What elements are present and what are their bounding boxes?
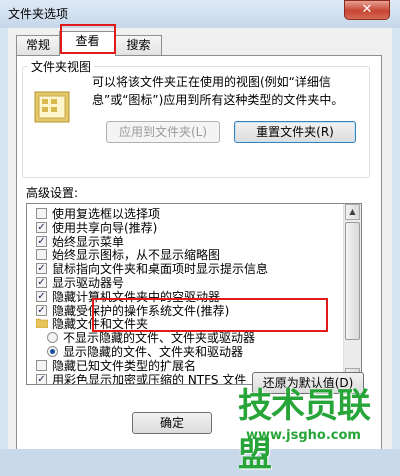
apply-to-folders-button[interactable]: 应用到文件夹(L)	[106, 121, 220, 143]
close-button[interactable]: ✕	[344, 0, 390, 20]
checkbox-checked[interactable]: ✓	[36, 263, 47, 275]
window-title: 文件夹选项	[8, 7, 69, 21]
folder-views-title: 文件夹视图	[28, 58, 95, 75]
advanced-settings-list[interactable]: 使用复选框以选择项 ✓ 使用共享向导(推荐) ✓ 始终显示菜单 始终显示图标，从不显示缩略…	[26, 203, 362, 385]
tab-general[interactable]: 常规	[16, 35, 60, 55]
checkbox-checked[interactable]: ✓	[36, 290, 47, 302]
list-item[interactable]: 不显示隐藏的文件、文件夹或驱动器	[27, 331, 345, 346]
watermark-url: www.jsgho.com	[246, 428, 361, 443]
checkbox-checked[interactable]: ✓	[36, 373, 47, 384]
checkbox-unchecked[interactable]	[36, 359, 47, 371]
list-item-label: 鼠标指向文件夹和桌面项时显示提示信息	[52, 262, 269, 277]
list-item-label: 使用共享向导(推荐)	[52, 220, 158, 235]
list-item-label: 不显示隐藏的文件、文件夹或驱动器	[63, 331, 256, 346]
checkbox-checked[interactable]: ✓	[36, 235, 47, 247]
list-item-label: 隐藏计算机文件夹中的空驱动器	[52, 289, 221, 304]
tab-search[interactable]: 搜索	[115, 35, 162, 55]
checkbox-unchecked[interactable]	[36, 208, 47, 219]
advanced-settings-label: 高级设置:	[26, 186, 79, 200]
folder-options-window: 文件夹选项 ✕ 常规 查看 搜索 文件夹视图 可以将该文件夹正在使用的视图(例如…	[0, 0, 400, 475]
checkbox-checked[interactable]: ✓	[36, 221, 47, 233]
radio-selected[interactable]	[47, 346, 58, 357]
list-item[interactable]: ✓ 使用共享向导(推荐)	[27, 221, 345, 236]
scroll-thumb[interactable]	[345, 222, 360, 340]
title-bar[interactable]: 文件夹选项 ✕	[0, 0, 400, 28]
watermark: 技术员联盟 www.jsgho.com	[238, 378, 398, 475]
ok-button[interactable]: 确定	[132, 412, 212, 434]
checkbox-checked[interactable]: ✓	[36, 304, 47, 316]
scroll-up-icon[interactable]: ▲	[345, 204, 360, 220]
radio-unselected[interactable]	[47, 332, 58, 344]
list-item[interactable]: ✓ 鼠标指向文件夹和桌面项时显示提示信息	[27, 262, 345, 277]
checkbox-checked[interactable]: ✓	[36, 277, 47, 288]
reset-folders-button[interactable]: 重置文件夹(R)	[234, 121, 356, 143]
list-item-label: 显示隐藏的文件、文件夹和驱动器	[63, 345, 244, 359]
checkbox-unchecked[interactable]	[36, 249, 47, 261]
list-item-label: 隐藏已知文件类型的扩展名	[52, 358, 197, 373]
folder-icon	[36, 319, 48, 329]
list-item-label: 显示驱动器号	[52, 276, 125, 290]
watermark-text: 技术员联盟	[238, 386, 371, 475]
list-item[interactable]: 使用复选框以选择项	[27, 207, 345, 222]
folder-view-icon	[34, 91, 70, 123]
list-item-label: 用彩色显示加密或压缩的 NTFS 文件	[52, 372, 247, 385]
tab-view[interactable]: 查看	[59, 31, 116, 56]
close-icon: ✕	[361, 2, 373, 17]
vertical-scrollbar[interactable]: ▲ ▼	[343, 204, 361, 384]
list-item[interactable]: 显示隐藏的文件、文件夹和驱动器	[27, 345, 345, 360]
folder-views-description: 可以将该文件夹正在使用的视图(例如“详细信息”或“图标”)应用到所有这种类型的文…	[92, 75, 344, 107]
list-item[interactable]: ✓ 显示驱动器号	[27, 276, 345, 291]
list-item-label: 使用复选框以选择项	[52, 207, 161, 221]
list-item[interactable]: ✓ 隐藏计算机文件夹中的空驱动器	[27, 290, 345, 305]
